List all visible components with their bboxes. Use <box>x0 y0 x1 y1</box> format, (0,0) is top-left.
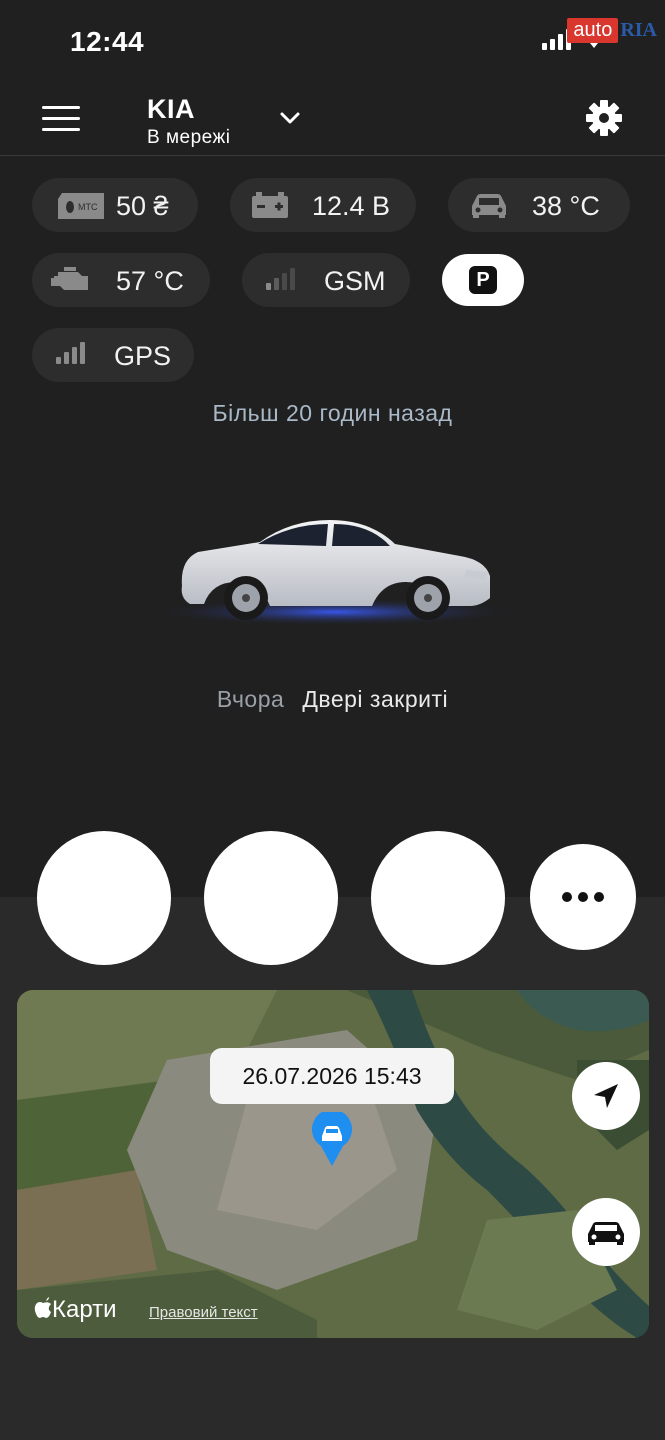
car-icon <box>588 1222 624 1245</box>
engine-temp-chip[interactable]: 57 °C <box>32 253 210 307</box>
status-bar: 12:44 auto RIA <box>0 0 665 80</box>
chevron-down-icon[interactable] <box>278 106 302 130</box>
battery-icon <box>252 192 288 218</box>
gsm-signal-icon <box>266 268 295 290</box>
watermark-logo: auto RIA <box>567 18 657 43</box>
menu-icon[interactable] <box>42 106 80 132</box>
legal-link[interactable]: Правовий текст <box>149 1304 258 1321</box>
navigation-arrow-icon <box>594 1084 618 1108</box>
car-location-pin-icon[interactable] <box>311 1112 353 1166</box>
parking-button[interactable]: P <box>442 254 524 306</box>
svg-text:МТС: МТС <box>78 202 98 212</box>
watermark-auto: auto <box>567 18 619 43</box>
more-button[interactable] <box>530 844 636 950</box>
maps-label: Карти <box>52 1296 117 1323</box>
battery-value: 12.4 В <box>312 191 391 221</box>
engine-temp-value: 57 °C <box>116 266 184 296</box>
vehicle-image <box>150 520 520 626</box>
parking-icon: P <box>469 266 497 294</box>
connection-status: В мережі <box>147 127 231 148</box>
gps-signal-icon <box>56 342 85 364</box>
balance-value: 50 ₴ <box>116 191 169 221</box>
locate-me-button[interactable] <box>572 1062 640 1130</box>
action-button-3[interactable] <box>371 831 505 965</box>
gps-value: GPS <box>114 341 172 371</box>
doors-time: Вчора <box>216 686 285 712</box>
vehicle-selector[interactable]: KIA В мережі <box>147 94 230 149</box>
more-icon <box>530 844 636 950</box>
car-icon <box>472 194 506 218</box>
gsm-value: GSM <box>324 266 386 296</box>
doors-status: Вчора Двері закриті <box>0 686 665 713</box>
cabin-temp-chip[interactable]: 38 °C <box>448 178 630 232</box>
last-seen-text: Більш 20 годин назад <box>212 400 453 426</box>
status-time: 12:44 <box>70 26 145 57</box>
gsm-chip[interactable]: GSM <box>242 253 410 307</box>
apple-logo-icon <box>34 1297 51 1318</box>
gear-icon[interactable] <box>584 98 624 138</box>
action-button-2[interactable] <box>204 831 338 965</box>
battery-chip[interactable]: 12.4 В <box>230 178 416 232</box>
engine-icon <box>51 267 88 290</box>
watermark-ria: RIA <box>620 19 657 41</box>
show-car-button[interactable] <box>572 1198 640 1266</box>
action-button-1[interactable] <box>37 831 171 965</box>
sim-icon: МТС <box>58 193 104 219</box>
app-header: KIA В мережі <box>0 80 665 156</box>
balance-chip[interactable]: МТС 50 ₴ <box>32 178 198 232</box>
map-timestamp: 26.07.2026 15:43 <box>210 1048 454 1104</box>
cabin-temp-value: 38 °C <box>532 191 600 221</box>
doors-state: Двері закриті <box>302 686 449 712</box>
maps-logo: Карти <box>34 1296 117 1324</box>
vehicle-title: KIA <box>147 94 195 124</box>
gps-chip[interactable]: GPS <box>32 328 194 382</box>
